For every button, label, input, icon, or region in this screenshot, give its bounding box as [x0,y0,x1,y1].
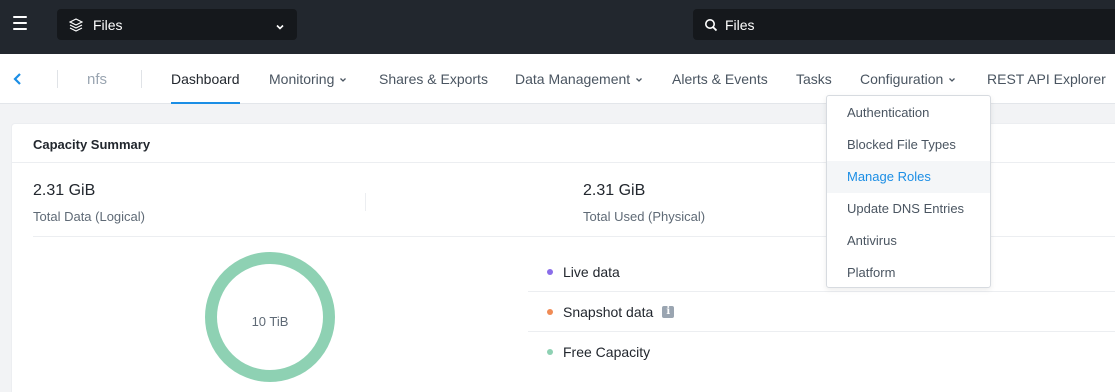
legend-label: Live data [563,263,620,280]
configuration-dropdown-menu: Authentication Blocked File Types Manage… [826,95,991,288]
search-icon [704,18,718,32]
back-chevron-icon[interactable] [10,71,26,87]
app-selector-label: Files [93,16,123,33]
tab-alerts-events[interactable]: Alerts & Events [672,54,768,104]
files-app-icon [69,17,83,32]
legend-label: Snapshot data [563,303,654,320]
chevron-down-icon [275,19,285,30]
tab-label: Dashboard [171,71,240,87]
menu-item-blocked-file-types[interactable]: Blocked File Types [827,129,990,161]
legend-dot [547,308,553,315]
hamburger-menu-icon[interactable] [13,16,27,30]
legend-item-free-capacity: Free Capacity [528,332,1115,372]
menu-item-antivirus[interactable]: Antivirus [827,225,990,257]
tab-shares-exports[interactable]: Shares & Exports [379,54,488,104]
tab-rest-api-explorer[interactable]: REST API Explorer [987,54,1106,104]
global-search[interactable] [693,9,1115,40]
divider [365,193,366,211]
top-bar: Files [0,0,1115,54]
menu-item-manage-roles[interactable]: Manage Roles [827,161,990,193]
menu-item-authentication[interactable]: Authentication [827,97,990,129]
tab-label: Monitoring [269,71,335,87]
legend-item-snapshot-data: Snapshot data i [528,292,1115,332]
info-icon[interactable]: i [662,305,675,318]
entity-name: nfs [87,71,108,88]
search-input[interactable] [725,16,1105,33]
chevron-down-icon [340,78,347,83]
total-data-value: 2.31 GiB [33,182,96,199]
tab-label: Alerts & Events [672,71,768,87]
total-used-label: Total Used (Physical) [583,209,706,224]
chevron-down-icon [949,78,956,83]
menu-item-update-dns-entries[interactable]: Update DNS Entries [827,193,990,225]
chevron-down-icon [636,78,643,83]
tab-label: Shares & Exports [379,71,488,87]
tab-label: Tasks [796,71,832,87]
tab-label: Data Management [515,71,631,87]
tab-dashboard[interactable]: Dashboard [171,54,240,104]
legend-dot [547,349,553,355]
card-title: Capacity Summary [33,137,151,152]
total-used-value: 2.31 GiB [583,182,646,199]
divider [57,70,58,88]
legend-item-live-data: Live data [528,252,1115,292]
tab-monitoring[interactable]: Monitoring [269,54,347,104]
legend-dot [547,268,553,275]
total-data-label: Total Data (Logical) [33,209,145,224]
tab-label: REST API Explorer [987,71,1106,87]
donut-center-label: 10 TiB [251,314,289,329]
tab-label: Configuration [860,71,944,87]
divider [141,70,142,88]
legend-label: Free Capacity [563,344,651,360]
tab-data-management[interactable]: Data Management [515,54,643,104]
menu-item-platform[interactable]: Platform [827,257,990,289]
app-selector[interactable]: Files [57,9,297,40]
